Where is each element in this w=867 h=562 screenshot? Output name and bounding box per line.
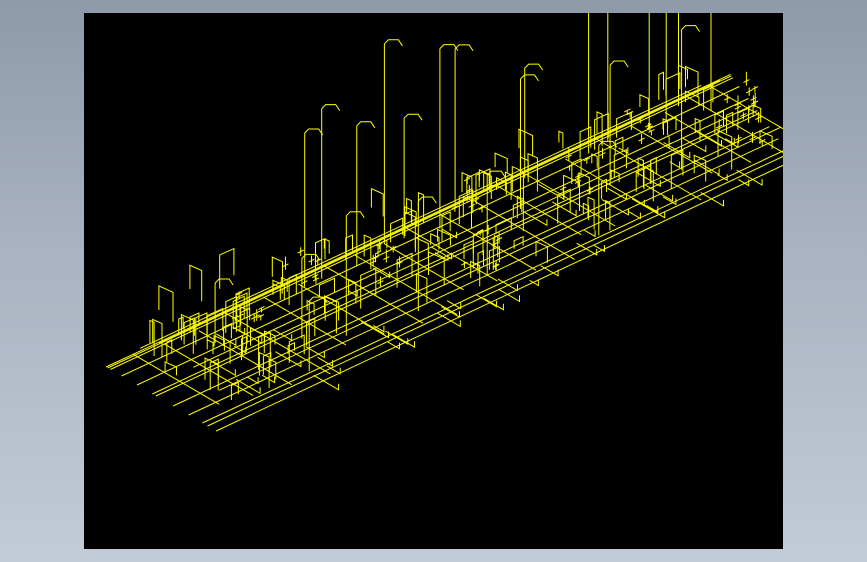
riser-cap (345, 211, 365, 218)
drain-tail (317, 356, 334, 367)
drain-tail (662, 196, 677, 206)
fixture-connection (370, 187, 384, 217)
riser-cap (609, 60, 629, 68)
drain-tail (246, 376, 259, 385)
fixture-connection (189, 264, 203, 302)
fixture-connection (639, 94, 650, 113)
riser-cap (304, 128, 324, 136)
drain-tail (313, 374, 340, 391)
drain-tail (642, 204, 666, 219)
drain-tail (273, 329, 293, 342)
riser-cap (598, 140, 618, 148)
fixture-connection (414, 236, 429, 258)
fixture-connection (665, 72, 681, 96)
fixture-connection (605, 199, 611, 231)
fixture-connection (591, 153, 598, 168)
cad-viewport[interactable] (84, 13, 783, 549)
main-pipe-run (155, 112, 760, 397)
fixture-connection (637, 157, 644, 188)
main-pipe-run (136, 98, 749, 386)
drain-tail (584, 229, 596, 238)
fixture-connection (158, 285, 174, 322)
drain-tail (498, 288, 520, 303)
riser-cap (681, 25, 701, 32)
fixture-connection (535, 240, 548, 263)
fixture-connection (558, 130, 564, 149)
riser-cap (403, 113, 423, 121)
main-pipe-run (215, 164, 783, 432)
main-pipe-run (121, 86, 740, 377)
fixture-connection (164, 361, 177, 376)
riser-cap (384, 39, 403, 47)
drain-tail (627, 210, 641, 220)
fixture-connection (318, 277, 335, 298)
riser-cap (417, 196, 437, 204)
drain-tail (261, 374, 276, 384)
main-pipe-run (207, 155, 783, 427)
drain-tail (360, 321, 389, 339)
riser-cap (356, 121, 376, 129)
fixture-connection (518, 128, 534, 157)
fixture-connection (494, 152, 508, 173)
riser-cap (321, 104, 341, 111)
fixture-connection (478, 169, 490, 186)
isometric-pipe-drawing (105, 13, 783, 432)
drain-tail (441, 228, 458, 239)
riser-cap (214, 278, 234, 286)
drain-tail (392, 333, 415, 348)
cross-branch-pipe (132, 353, 220, 405)
fixture-connection (232, 295, 245, 329)
drain-tail (593, 244, 605, 253)
riser-cap (524, 63, 544, 71)
fixture-connection (643, 166, 654, 202)
riser-cap (520, 74, 539, 82)
fixture-connection (658, 71, 664, 100)
